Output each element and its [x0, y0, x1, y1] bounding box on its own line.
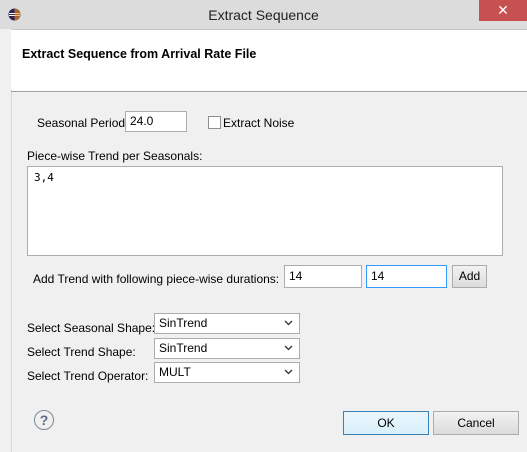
seasonal-shape-value: SinTrend [159, 316, 208, 330]
close-button[interactable]: ✕ [479, 0, 527, 21]
extract-noise-checkbox[interactable] [208, 116, 221, 129]
seasonal-period-input[interactable]: 24.0 [125, 111, 187, 132]
dialog-header: Extract Sequence from Arrival Rate File [11, 30, 527, 90]
window-edge [0, 29, 12, 452]
trend-operator-label: Select Trend Operator: [27, 369, 149, 383]
chevron-down-icon [284, 320, 293, 326]
trend-shape-select[interactable]: SinTrend [154, 338, 300, 359]
trend-per-seasonals-label: Piece-wise Trend per Seasonals: [27, 149, 203, 163]
duration-2-input[interactable]: 14 [366, 265, 447, 288]
dialog-heading: Extract Sequence from Arrival Rate File [22, 47, 257, 61]
ok-button[interactable]: OK [343, 411, 429, 435]
seasonal-shape-select[interactable]: SinTrend [154, 313, 300, 334]
dialog-body: Seasonal Period: 24.0 Extract Noise Piec… [12, 92, 527, 452]
chevron-down-icon [284, 369, 293, 375]
seasonal-shape-label: Select Seasonal Shape: [27, 321, 156, 335]
trend-shape-label: Select Trend Shape: [27, 345, 136, 359]
trend-per-seasonals-textarea[interactable]: 3,4 [27, 166, 503, 256]
trend-shape-value: SinTrend [159, 341, 208, 355]
seasonal-period-label: Seasonal Period: [37, 116, 129, 130]
trend-operator-value: MULT [159, 365, 191, 379]
add-button[interactable]: Add [452, 265, 487, 288]
trend-operator-select[interactable]: MULT [154, 362, 300, 383]
title-bar: Extract Sequence ✕ [0, 0, 527, 30]
extract-noise-label: Extract Noise [223, 116, 295, 130]
cancel-button[interactable]: Cancel [433, 411, 519, 435]
help-icon[interactable]: ? [34, 410, 54, 430]
duration-1-input[interactable]: 14 [284, 265, 362, 288]
chevron-down-icon [284, 345, 293, 351]
window-title: Extract Sequence [208, 7, 319, 23]
close-icon: ✕ [497, 2, 509, 18]
add-trend-label: Add Trend with following piece-wise dura… [33, 272, 280, 286]
